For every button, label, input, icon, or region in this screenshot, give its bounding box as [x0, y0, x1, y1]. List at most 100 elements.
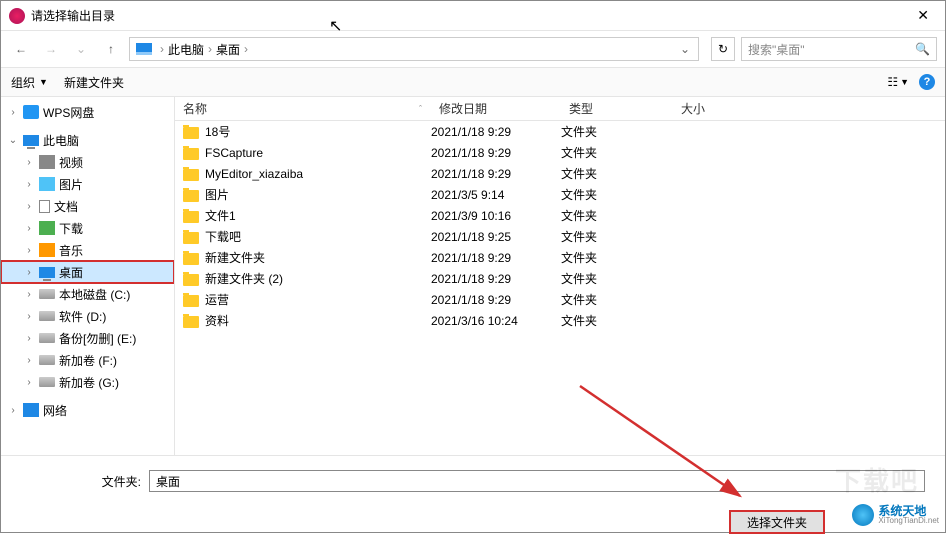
expand-icon[interactable]: ›	[23, 377, 35, 388]
breadcrumb[interactable]: › 此电脑 › 桌面 › ⌄	[129, 37, 699, 61]
column-header-date[interactable]: 修改日期	[431, 100, 561, 117]
folder-icon	[183, 274, 199, 286]
file-name: 新建文件夹 (2)	[205, 270, 283, 287]
tree-item[interactable]: ›本地磁盘 (C:)	[1, 283, 174, 305]
tree-item[interactable]: › 图片	[1, 173, 174, 195]
folder-label: 文件夹:	[91, 473, 141, 490]
new-folder-button[interactable]: 新建文件夹	[64, 74, 124, 91]
expand-icon[interactable]: ›	[7, 405, 19, 416]
tree-item[interactable]: ›桌面	[1, 261, 174, 283]
folder-input[interactable]	[149, 470, 925, 492]
file-row[interactable]: 文件12021/3/9 10:16文件夹	[175, 205, 945, 226]
expand-icon[interactable]: ›	[23, 245, 35, 256]
file-name: 资料	[205, 312, 229, 329]
file-date: 2021/1/18 9:29	[431, 251, 561, 265]
tree-item-label: WPS网盘	[43, 104, 94, 121]
column-header-size[interactable]: 大小	[673, 100, 773, 117]
refresh-button[interactable]: ↻	[711, 37, 735, 61]
file-row[interactable]: 运营2021/1/18 9:29文件夹	[175, 289, 945, 310]
file-row[interactable]: 下载吧2021/1/18 9:25文件夹	[175, 226, 945, 247]
expand-icon[interactable]: ›	[7, 107, 19, 118]
file-name: 新建文件夹	[205, 249, 265, 266]
file-row[interactable]: MyEditor_xiazaiba2021/1/18 9:29文件夹	[175, 163, 945, 184]
select-folder-button[interactable]: 选择文件夹	[729, 510, 825, 534]
expand-icon[interactable]: ›	[23, 179, 35, 190]
file-type: 文件夹	[561, 270, 673, 287]
tree-item[interactable]: ›备份[勿删] (E:)	[1, 327, 174, 349]
file-type: 文件夹	[561, 207, 673, 224]
watermark-faded: 下载吧	[835, 461, 919, 498]
expand-icon[interactable]: ›	[23, 201, 35, 212]
file-type: 文件夹	[561, 186, 673, 203]
expand-icon[interactable]: ⌄	[7, 135, 19, 146]
file-type: 文件夹	[561, 291, 673, 308]
breadcrumb-segment[interactable]: 桌面	[216, 41, 240, 58]
tree-item[interactable]: ›软件 (D:)	[1, 305, 174, 327]
tree-item-label: 下载	[59, 220, 83, 237]
tree-item[interactable]: ⌄ 此电脑	[1, 129, 174, 151]
expand-icon[interactable]: ›	[23, 311, 35, 322]
chevron-down-icon: ▼	[39, 77, 48, 87]
close-icon[interactable]: ✕	[909, 5, 937, 26]
tree-item-label: 视频	[59, 154, 83, 171]
expand-icon[interactable]: ›	[23, 223, 35, 234]
file-type: 文件夹	[561, 123, 673, 140]
tree-item[interactable]: › 文档	[1, 195, 174, 217]
tree-item-label: 此电脑	[43, 132, 79, 149]
column-header-type[interactable]: 类型	[561, 100, 673, 117]
tree-item-label: 音乐	[59, 242, 83, 259]
file-date: 2021/1/18 9:29	[431, 146, 561, 160]
tree-item-label: 图片	[59, 176, 83, 193]
file-date: 2021/3/16 10:24	[431, 314, 561, 328]
tree-item[interactable]: › 下载	[1, 217, 174, 239]
expand-icon[interactable]: ›	[23, 157, 35, 168]
file-type: 文件夹	[561, 165, 673, 182]
breadcrumb-segment[interactable]: 此电脑	[168, 41, 204, 58]
organize-button[interactable]: 组织 ▼	[11, 74, 48, 91]
monitor-icon	[23, 135, 39, 146]
expand-icon[interactable]: ›	[23, 267, 35, 278]
file-name: MyEditor_xiazaiba	[205, 167, 303, 181]
tree-item[interactable]: ›新加卷 (G:)	[1, 371, 174, 393]
nav-tree[interactable]: › WPS网盘 ⌄ 此电脑 › 视频 › 图片 › 文档 › 下载 › 音乐 ›桌面›本地磁盘 (C:)›软…	[1, 97, 175, 455]
file-name: 18号	[205, 123, 230, 140]
back-button[interactable]: ←	[9, 37, 33, 61]
tree-item[interactable]: › WPS网盘	[1, 101, 174, 123]
expand-icon[interactable]: ›	[23, 355, 35, 366]
file-row[interactable]: 图片2021/3/5 9:14文件夹	[175, 184, 945, 205]
tree-item[interactable]: ›新加卷 (F:)	[1, 349, 174, 371]
chevron-right-icon: ›	[244, 42, 248, 56]
doc-icon	[39, 200, 50, 213]
drive-icon	[39, 355, 55, 365]
search-input[interactable]: 搜索"桌面" 🔍	[741, 37, 937, 61]
file-list: 名称ˆ 修改日期 类型 大小 18号2021/1/18 9:29文件夹FSCap…	[175, 97, 945, 455]
drive-icon	[39, 311, 55, 321]
file-row[interactable]: 18号2021/1/18 9:29文件夹	[175, 121, 945, 142]
help-icon[interactable]: ?	[919, 74, 935, 90]
expand-icon[interactable]: ›	[23, 289, 35, 300]
app-icon	[9, 8, 25, 24]
expand-icon[interactable]: ›	[23, 333, 35, 344]
file-row[interactable]: 资料2021/3/16 10:24文件夹	[175, 310, 945, 331]
file-row[interactable]: FSCapture2021/1/18 9:29文件夹	[175, 142, 945, 163]
tree-item[interactable]: ›网络	[1, 399, 174, 421]
breadcrumb-dropdown-icon[interactable]: ⌄	[674, 42, 696, 56]
window-title: 请选择输出目录	[31, 7, 909, 24]
drive-icon	[39, 377, 55, 387]
file-row[interactable]: 新建文件夹2021/1/18 9:29文件夹	[175, 247, 945, 268]
folder-icon	[183, 316, 199, 328]
column-header-name[interactable]: 名称ˆ	[175, 100, 431, 117]
folder-icon	[183, 211, 199, 223]
up-button[interactable]: ↑	[99, 37, 123, 61]
tree-item-label: 文档	[54, 198, 78, 215]
file-row[interactable]: 新建文件夹 (2)2021/1/18 9:29文件夹	[175, 268, 945, 289]
folder-icon	[183, 127, 199, 139]
watermark-icon	[852, 504, 874, 526]
file-name: 下载吧	[205, 228, 241, 245]
view-button[interactable]: ☷ ▼	[887, 75, 909, 89]
tree-item[interactable]: › 视频	[1, 151, 174, 173]
tree-item[interactable]: › 音乐	[1, 239, 174, 261]
forward-button[interactable]: →	[39, 37, 63, 61]
recent-dropdown-icon[interactable]: ⌄	[69, 37, 93, 61]
file-type: 文件夹	[561, 228, 673, 245]
